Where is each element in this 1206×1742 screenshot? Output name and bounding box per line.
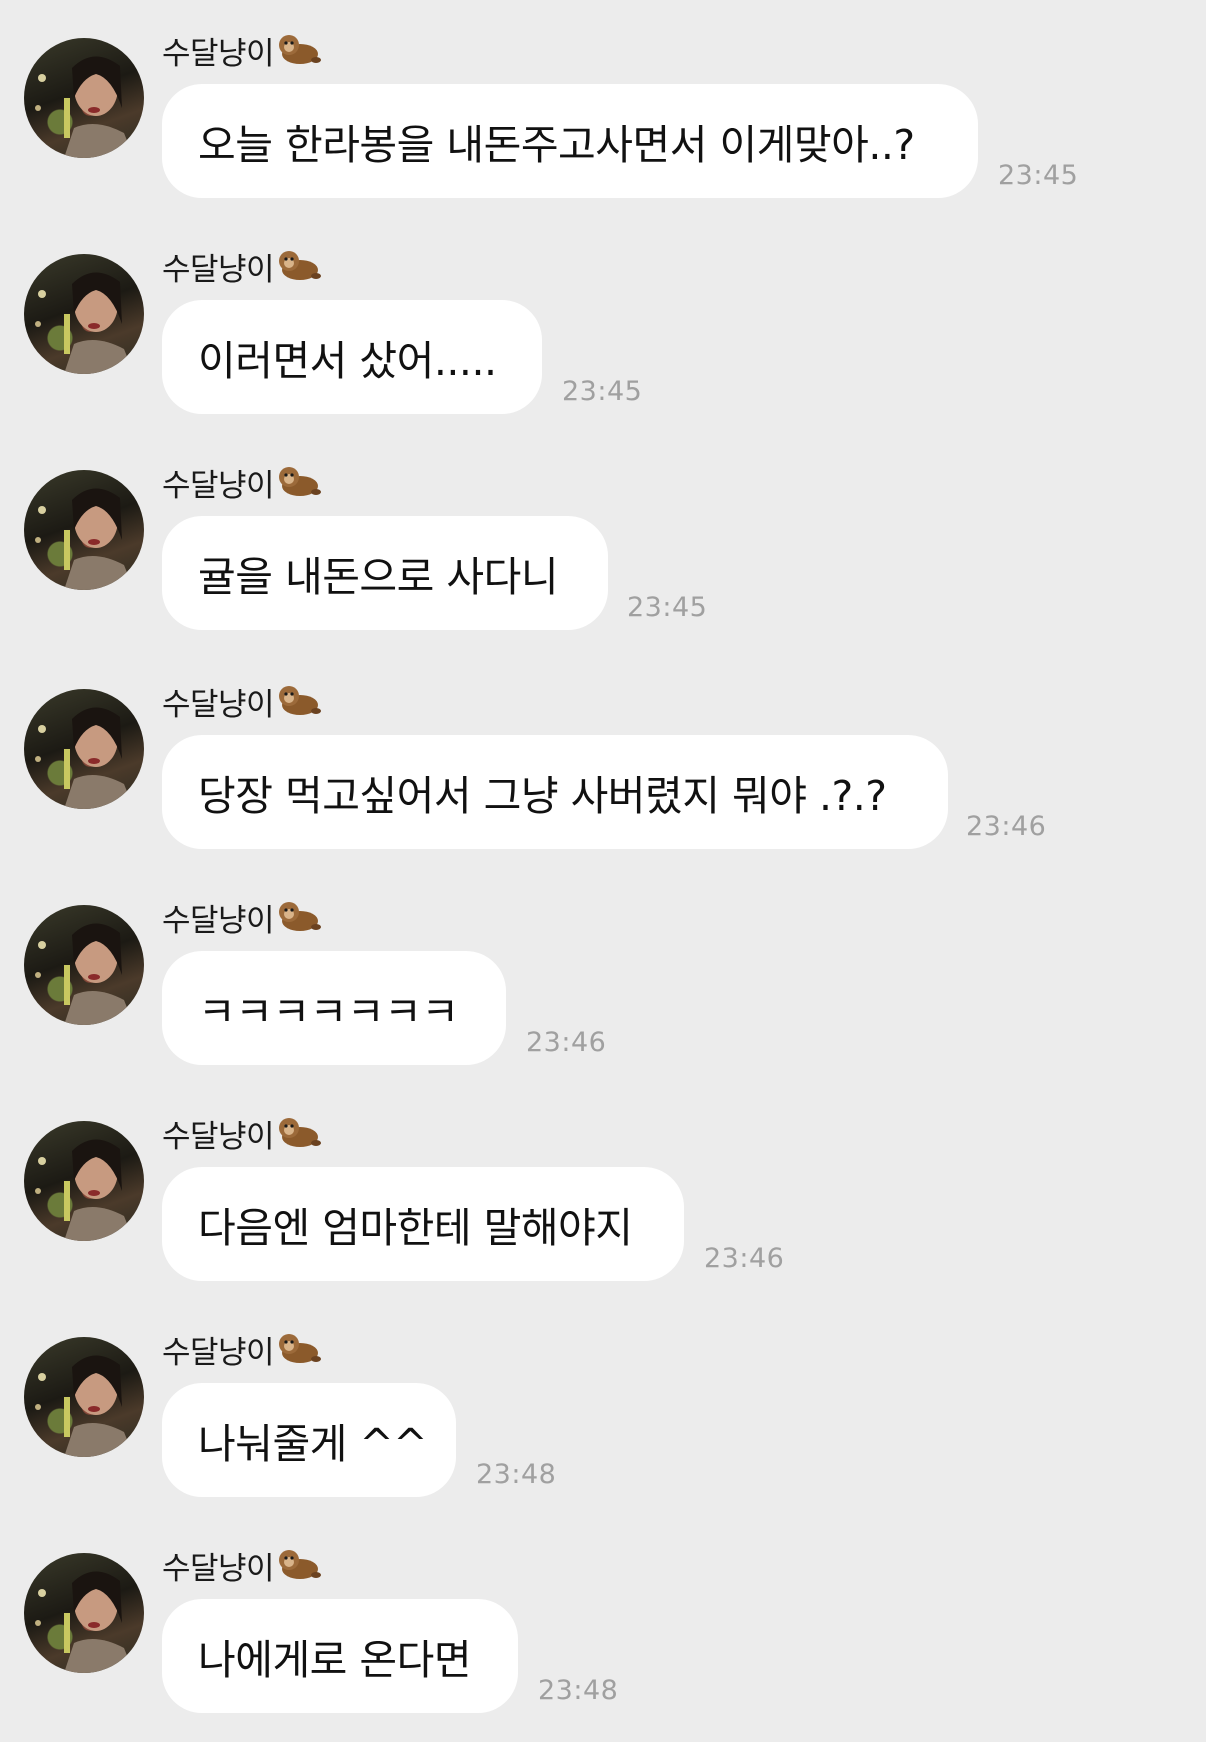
- otter-icon: [276, 1547, 322, 1583]
- chat-message: 수달냥이 다음엔 엄마한테 말해야지 23:46: [0, 1083, 1206, 1281]
- message-bubble[interactable]: 귤을 내돈으로 사다니: [162, 516, 608, 630]
- message-timestamp: 23:45: [998, 160, 1079, 191]
- message-bubble[interactable]: 다음엔 엄마한테 말해야지: [162, 1167, 684, 1281]
- message-timestamp: 23:48: [476, 1459, 557, 1490]
- otter-icon: [276, 464, 322, 500]
- sender-name: 수달냥이: [162, 897, 322, 939]
- chat-message: 수달냥이 당장 먹고싶어서 그냥 사버렸지 뭐야 .?.? 23:46: [0, 651, 1206, 849]
- message-bubble[interactable]: 이러면서 샀어.....: [162, 300, 542, 414]
- sender-name-text: 수달냥이: [162, 467, 275, 504]
- chat-message: 수달냥이 오늘 한라봉을 내돈주고사면서 이게맞아..? 23:45: [0, 0, 1206, 198]
- sender-name: 수달냥이: [162, 246, 322, 288]
- sender-name-text: 수달냥이: [162, 1334, 275, 1371]
- sender-avatar[interactable]: [24, 254, 144, 374]
- sender-avatar[interactable]: [24, 1337, 144, 1457]
- otter-icon: [276, 32, 322, 68]
- otter-icon: [276, 248, 322, 284]
- message-timestamp: 23:48: [538, 1675, 619, 1706]
- otter-icon: [276, 1331, 322, 1367]
- message-timestamp: 23:46: [526, 1027, 607, 1058]
- sender-avatar[interactable]: [24, 38, 144, 158]
- sender-name: 수달냥이: [162, 462, 322, 504]
- sender-avatar[interactable]: [24, 905, 144, 1025]
- sender-name: 수달냥이: [162, 30, 322, 72]
- sender-avatar[interactable]: [24, 1553, 144, 1673]
- sender-name-text: 수달냥이: [162, 251, 275, 288]
- chat-message: 수달냥이 나눠줄게 ^^ 23:48: [0, 1299, 1206, 1497]
- message-bubble[interactable]: 나에게로 온다면: [162, 1599, 518, 1713]
- sender-name: 수달냥이: [162, 1329, 322, 1371]
- sender-name-text: 수달냥이: [162, 1118, 275, 1155]
- message-timestamp: 23:46: [966, 811, 1047, 842]
- sender-avatar[interactable]: [24, 470, 144, 590]
- sender-name: 수달냥이: [162, 1113, 322, 1155]
- message-bubble[interactable]: 나눠줄게 ^^: [162, 1383, 456, 1497]
- sender-avatar[interactable]: [24, 1121, 144, 1241]
- message-timestamp: 23:45: [627, 592, 708, 623]
- message-bubble[interactable]: ㅋㅋㅋㅋㅋㅋㅋ: [162, 951, 506, 1065]
- sender-name-text: 수달냥이: [162, 1550, 275, 1587]
- message-timestamp: 23:46: [704, 1243, 785, 1274]
- sender-name: 수달냥이: [162, 1545, 322, 1587]
- chat-message: 수달냥이 나에게로 온다면 23:48: [0, 1515, 1206, 1713]
- message-timestamp: 23:45: [562, 376, 643, 407]
- otter-icon: [276, 1115, 322, 1151]
- sender-name: 수달냥이: [162, 681, 322, 723]
- message-bubble[interactable]: 오늘 한라봉을 내돈주고사면서 이게맞아..?: [162, 84, 978, 198]
- sender-name-text: 수달냥이: [162, 686, 275, 723]
- chat-message: 수달냥이 귤을 내돈으로 사다니 23:45: [0, 432, 1206, 630]
- sender-avatar[interactable]: [24, 689, 144, 809]
- sender-name-text: 수달냥이: [162, 902, 275, 939]
- otter-icon: [276, 899, 322, 935]
- chat-message: 수달냥이 ㅋㅋㅋㅋㅋㅋㅋ 23:46: [0, 867, 1206, 1065]
- otter-icon: [276, 683, 322, 719]
- chat-message: 수달냥이 이러면서 샀어..... 23:45: [0, 216, 1206, 414]
- chat-log[interactable]: 수달냥이 오늘 한라봉을 내돈주고사면서 이게맞아..? 23:45 수달냥이 …: [0, 0, 1206, 1742]
- sender-name-text: 수달냥이: [162, 35, 275, 72]
- message-bubble[interactable]: 당장 먹고싶어서 그냥 사버렸지 뭐야 .?.?: [162, 735, 948, 849]
